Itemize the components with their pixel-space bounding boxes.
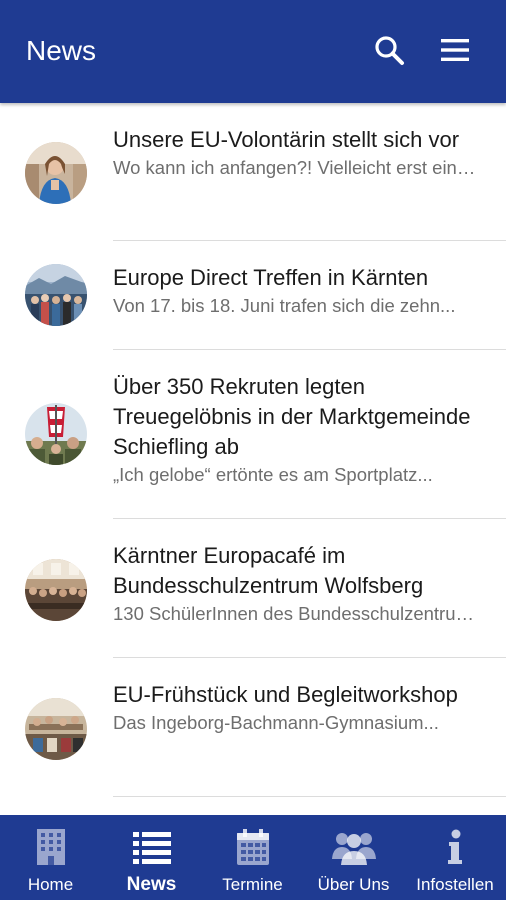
news-thumbnail xyxy=(25,142,87,204)
news-title: EU-Frühstück und Begleitworkshop xyxy=(113,682,458,707)
nav-label: Termine xyxy=(222,875,283,894)
news-item[interactable]: Kärntner Europacafé im Bundesschulzentru… xyxy=(0,519,506,658)
news-excerpt: Das Ingeborg-Bachmann-Gymnasium... xyxy=(113,712,439,733)
nav-item-ueber-uns[interactable]: Über Uns xyxy=(303,815,404,900)
group-icon xyxy=(331,833,376,865)
news-item[interactable]: Unsere EU-Volontärin stellt sich vor Wo … xyxy=(0,103,506,241)
nav-label: Über Uns xyxy=(317,875,390,894)
search-button[interactable] xyxy=(371,32,407,68)
nav-item-home[interactable]: Home xyxy=(0,815,101,900)
calendar-icon xyxy=(236,829,269,865)
news-list: Unsere EU-Volontärin stellt sich vor Wo … xyxy=(0,103,506,797)
news-thumbnail xyxy=(25,403,87,465)
info-icon xyxy=(448,829,462,864)
menu-icon xyxy=(441,39,469,61)
bottom-navigation: Home News Termine Über Uns Infostellen xyxy=(0,815,506,900)
divider xyxy=(113,796,506,797)
news-title: Europe Direct Treffen in Kärnten xyxy=(113,265,429,290)
app-bar: News xyxy=(0,0,506,103)
news-excerpt: Von 17. bis 18. Juni trafen sich die zeh… xyxy=(113,295,456,316)
news-excerpt: Wo kann ich anfangen?! Vielleicht erst e… xyxy=(113,157,480,178)
news-thumbnail xyxy=(25,698,87,760)
search-icon xyxy=(375,36,404,65)
news-excerpt: 130 SchülerInnen des Bundesschulzentrums… xyxy=(113,603,480,624)
nav-label: Home xyxy=(27,875,74,894)
nav-label: Infostellen xyxy=(416,875,494,894)
nav-item-news[interactable]: News xyxy=(101,815,202,900)
news-item[interactable]: Über 350 Rekruten legten Treuegelöbnis i… xyxy=(0,350,506,519)
news-item[interactable]: EU-Frühstück und Begleitworkshop Das Ing… xyxy=(0,658,506,797)
news-excerpt: „Ich gelobe“ ertönte es am Sportplatz... xyxy=(113,464,433,485)
page-title: News xyxy=(26,35,97,66)
nav-item-termine[interactable]: Termine xyxy=(202,815,303,900)
menu-button[interactable] xyxy=(437,32,473,68)
building-icon xyxy=(36,829,65,865)
nav-item-infostellen[interactable]: Infostellen xyxy=(404,815,506,900)
news-title: Unsere EU-Volontärin stellt sich vor xyxy=(113,127,460,152)
news-title: Kärntner Europacafé im Bundesschulzentru… xyxy=(113,543,424,598)
list-icon xyxy=(132,832,171,864)
news-thumbnail xyxy=(25,559,87,621)
news-item[interactable]: Europe Direct Treffen in Kärnten Von 17.… xyxy=(0,241,506,350)
nav-label: News xyxy=(126,874,177,895)
news-thumbnail xyxy=(25,264,87,326)
news-title: Über 350 Rekruten legten Treuegelöbnis i… xyxy=(113,374,471,459)
